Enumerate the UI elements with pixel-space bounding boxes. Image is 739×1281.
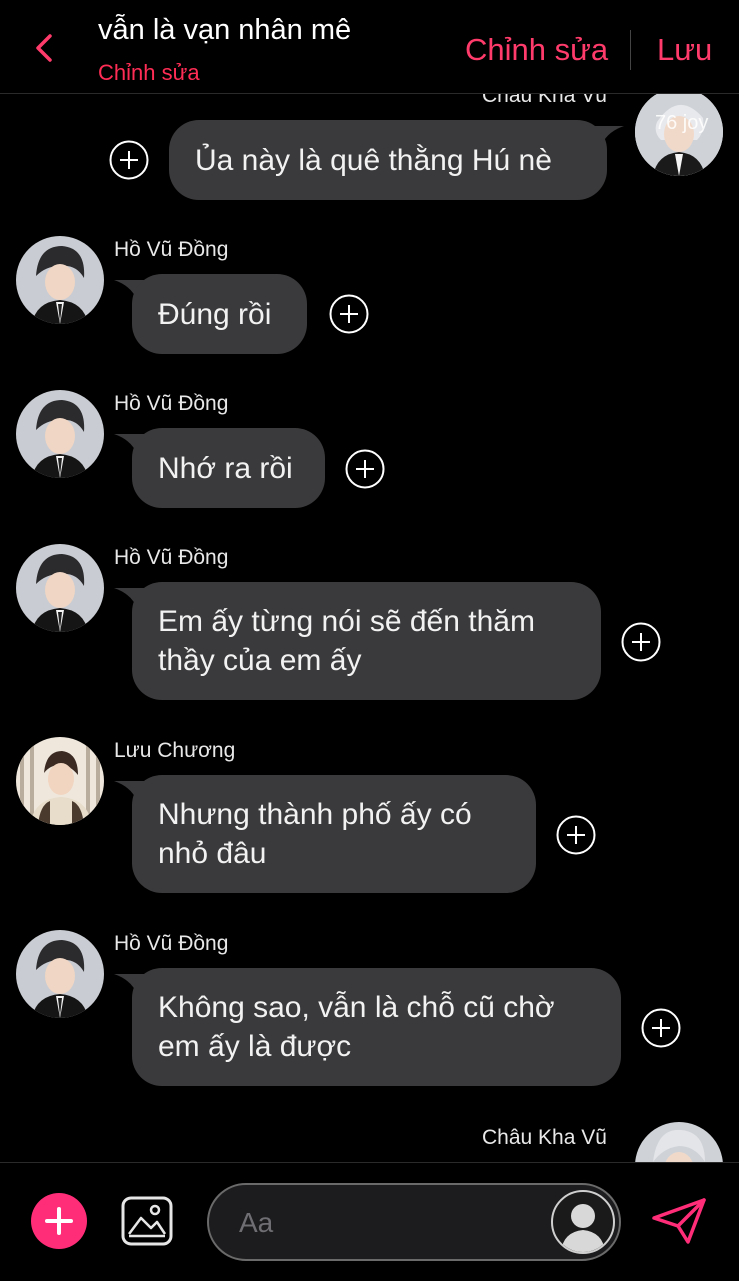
avatar[interactable] — [16, 236, 104, 324]
sender-name: Hồ Vũ Đồng — [114, 238, 229, 261]
avatar[interactable] — [16, 390, 104, 478]
avatar[interactable]: 76 joy — [635, 94, 723, 176]
add-reaction-icon[interactable] — [109, 140, 149, 180]
message-bubble[interactable]: Nhớ ra rồi — [132, 428, 325, 508]
composer-bar: Aa — [0, 1162, 739, 1281]
sender-name: Châu Kha Vũ — [482, 94, 607, 107]
sender-name: Châu Kha Vũ — [482, 1126, 607, 1149]
message-text: Em ấy từng nói sẽ đến thăm thầy của em ấ… — [158, 605, 535, 677]
message-bubble[interactable]: Nhưng thành phố ấy có nhỏ đâu — [132, 775, 536, 893]
message-input-placeholder: Aa — [239, 1207, 274, 1238]
image-icon[interactable] — [121, 1196, 173, 1246]
plus-icon[interactable] — [31, 1193, 87, 1249]
message-bubble[interactable]: Ủa này là quê thằng Hú nè — [169, 120, 607, 200]
message-bubble[interactable]: Không sao, vẫn là chỗ cũ chờ em ấy là đư… — [132, 968, 621, 1086]
chat-header: vẫn là vạn nhân mê Chỉnh sửa Chỉnh sửa L… — [0, 0, 739, 94]
message-text: Không sao, vẫn là chỗ cũ chờ em ấy là đư… — [158, 991, 555, 1063]
avatar[interactable] — [16, 930, 104, 1018]
message-text: Ủa này là quê thằng Hú nè — [195, 143, 552, 177]
avatar[interactable] — [16, 544, 104, 632]
avatar[interactable] — [635, 1122, 723, 1162]
sender-name: Lưu Chương — [114, 739, 236, 762]
person-icon[interactable] — [551, 1190, 615, 1254]
message-input[interactable]: Aa — [207, 1183, 621, 1261]
sender-name: Hồ Vũ Đồng — [114, 932, 229, 955]
sender-name: Hồ Vũ Đồng — [114, 546, 229, 569]
chat-title: vẫn là vạn nhân mê — [98, 14, 352, 46]
send-icon[interactable] — [650, 1196, 708, 1246]
add-reaction-icon[interactable] — [329, 294, 369, 334]
add-reaction-icon[interactable] — [621, 622, 661, 662]
save-button[interactable]: Lưu — [657, 32, 712, 68]
chat-subtitle[interactable]: Chỉnh sửa — [98, 60, 200, 86]
message-list[interactable]: Châu Kha Vũ 76 joy Ủa này là quê thằng H… — [0, 94, 739, 1162]
message-text: Nhưng thành phố ấy có nhỏ đâu — [158, 798, 472, 870]
message-text: Đúng rồi — [158, 297, 272, 331]
avatar[interactable] — [16, 737, 104, 825]
back-chevron-icon[interactable] — [28, 28, 58, 68]
sender-name: Hồ Vũ Đồng — [114, 392, 229, 415]
edit-button[interactable]: Chỉnh sửa — [465, 32, 608, 68]
message-bubble[interactable]: Em ấy từng nói sẽ đến thăm thầy của em ấ… — [132, 582, 601, 700]
add-reaction-icon[interactable] — [345, 449, 385, 489]
message-text: Nhớ ra rồi — [158, 451, 293, 485]
add-reaction-icon[interactable] — [556, 815, 596, 855]
message-bubble[interactable]: Đúng rồi — [132, 274, 307, 354]
avatar-watermark: 76 joy — [655, 112, 709, 134]
header-divider — [630, 30, 631, 70]
add-reaction-icon[interactable] — [641, 1008, 681, 1048]
